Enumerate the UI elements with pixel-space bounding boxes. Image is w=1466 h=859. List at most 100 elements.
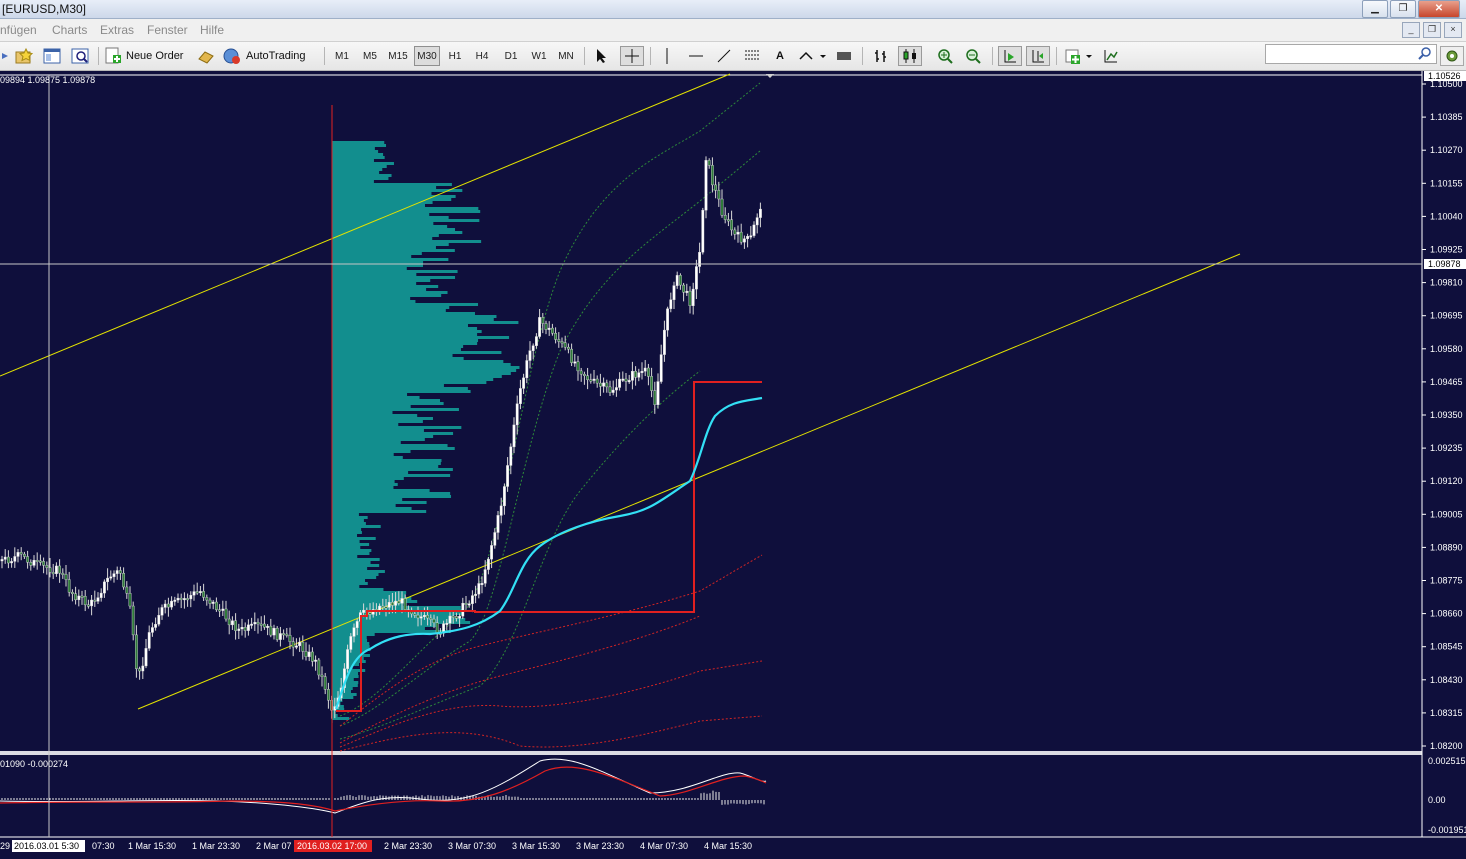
candle-body bbox=[208, 599, 212, 604]
candle-body bbox=[170, 600, 173, 608]
candle-body bbox=[653, 390, 657, 405]
vertical-line-icon[interactable] bbox=[658, 46, 676, 66]
candle-body bbox=[602, 382, 606, 387]
candle-body bbox=[253, 622, 257, 625]
shapes-icon[interactable] bbox=[796, 46, 828, 66]
profile-bar bbox=[332, 189, 463, 192]
tf-d1-button[interactable]: D1 bbox=[499, 46, 523, 66]
profile-bar bbox=[332, 411, 393, 414]
mdi-minimize-icon[interactable]: _ bbox=[1402, 22, 1420, 38]
indicators-icon[interactable] bbox=[1062, 46, 1094, 66]
candle-body bbox=[307, 651, 311, 657]
candle-body bbox=[759, 208, 762, 218]
profile-bar bbox=[332, 396, 420, 399]
price-label: 1.08545 bbox=[1430, 642, 1463, 652]
candle-body bbox=[541, 317, 545, 324]
tf-h1-button[interactable]: H1 bbox=[443, 46, 467, 66]
profile-bar bbox=[332, 552, 370, 555]
tf-h4-button[interactable]: H4 bbox=[470, 46, 494, 66]
candle-body bbox=[224, 608, 228, 620]
autotrading-label: AutoTrading bbox=[246, 50, 306, 62]
profile-bar bbox=[332, 489, 430, 492]
cursor-icon[interactable] bbox=[592, 46, 612, 66]
candle-body bbox=[173, 599, 177, 602]
candle-body bbox=[112, 573, 116, 577]
horizontal-line-icon[interactable] bbox=[686, 46, 706, 66]
arrow-icon[interactable] bbox=[2, 46, 10, 66]
tf-m30-button[interactable]: M30 bbox=[414, 46, 440, 66]
zoom-out-icon[interactable] bbox=[962, 46, 984, 66]
candle-body bbox=[445, 622, 449, 625]
candle-body bbox=[573, 361, 577, 364]
candle-body bbox=[471, 595, 474, 604]
profile-bar bbox=[332, 573, 379, 576]
label-icon[interactable] bbox=[834, 46, 854, 66]
text-icon[interactable]: A bbox=[770, 46, 790, 66]
tf-w1-button[interactable]: W1 bbox=[527, 46, 551, 66]
candle-body bbox=[86, 604, 90, 607]
profile-bar bbox=[332, 321, 519, 324]
menu-item-help[interactable]: Hilfe bbox=[200, 23, 224, 37]
price-label: 1.10155 bbox=[1430, 178, 1463, 188]
close-icon[interactable]: ✕ bbox=[1418, 0, 1460, 18]
minimize-icon[interactable]: ▁ bbox=[1362, 0, 1388, 18]
candle-body bbox=[128, 593, 132, 607]
candle-body bbox=[666, 308, 670, 331]
candle-body bbox=[61, 572, 65, 575]
profile-bar bbox=[332, 513, 359, 516]
candle-body bbox=[624, 378, 628, 382]
crosshair-icon[interactable] bbox=[620, 46, 644, 66]
trendline-icon[interactable] bbox=[714, 46, 734, 66]
restore-icon[interactable]: ❐ bbox=[1390, 0, 1416, 18]
chart-window[interactable]: 09894 1.09875 1.09878 01090 -0.000274 1.… bbox=[0, 71, 1466, 854]
candle-body bbox=[189, 595, 193, 600]
time-label: 2016.03.01 5:30 bbox=[14, 841, 79, 851]
menu-item-insert[interactable]: nfügen bbox=[0, 23, 37, 37]
profile-bar bbox=[332, 561, 371, 564]
mdi-restore-icon[interactable]: ❐ bbox=[1423, 22, 1441, 38]
new-order-icon bbox=[105, 47, 121, 64]
tester-icon[interactable] bbox=[69, 46, 91, 66]
menu-item-window[interactable]: Fenster bbox=[147, 23, 188, 37]
candle-body bbox=[23, 553, 26, 557]
tf-mn-button[interactable]: MN bbox=[554, 46, 578, 66]
menu-item-charts[interactable]: Charts bbox=[52, 23, 87, 37]
candle-body bbox=[243, 627, 247, 631]
candle-body bbox=[477, 583, 481, 595]
new-order-button[interactable]: Neue Order bbox=[104, 46, 190, 66]
profile-bar bbox=[332, 567, 368, 570]
gold-icon[interactable] bbox=[196, 46, 216, 66]
candle-body bbox=[400, 598, 404, 604]
profile-bar bbox=[332, 363, 511, 366]
menu-item-extras[interactable]: Extras bbox=[100, 23, 134, 37]
candle-body bbox=[490, 545, 493, 560]
bar-chart-icon[interactable] bbox=[870, 46, 892, 66]
profile-bar bbox=[332, 504, 396, 507]
favorites-icon[interactable] bbox=[13, 46, 35, 66]
candle-body bbox=[3, 556, 7, 560]
navigator-icon[interactable] bbox=[41, 46, 63, 66]
pane-separator[interactable] bbox=[0, 751, 1422, 755]
candlestick-icon[interactable] bbox=[898, 46, 922, 66]
profile-bar bbox=[332, 393, 408, 396]
candle-body bbox=[739, 231, 743, 243]
search-input[interactable] bbox=[1265, 44, 1437, 64]
mdi-close-icon[interactable]: × bbox=[1444, 22, 1462, 38]
channel-icon[interactable] bbox=[742, 46, 762, 66]
tf-m1-button[interactable]: M1 bbox=[330, 46, 354, 66]
profile-bar bbox=[332, 366, 520, 369]
profile-bar bbox=[332, 234, 439, 237]
periods-icon[interactable] bbox=[1100, 46, 1122, 66]
settings-icon[interactable] bbox=[1440, 46, 1464, 66]
candle-body bbox=[483, 569, 487, 584]
autoscroll-icon[interactable] bbox=[998, 46, 1022, 66]
candle-body bbox=[669, 299, 673, 309]
tf-m5-button[interactable]: M5 bbox=[358, 46, 382, 66]
autotrading-button[interactable]: AutoTrading bbox=[222, 46, 318, 66]
zoom-in-icon[interactable] bbox=[934, 46, 956, 66]
profile-bar bbox=[332, 426, 462, 429]
tf-m15-button[interactable]: M15 bbox=[386, 46, 410, 66]
price-label: 1.09580 bbox=[1430, 344, 1463, 354]
time-label: 3 Mar 23:30 bbox=[576, 841, 624, 851]
chart-shift-icon[interactable] bbox=[1026, 46, 1050, 66]
